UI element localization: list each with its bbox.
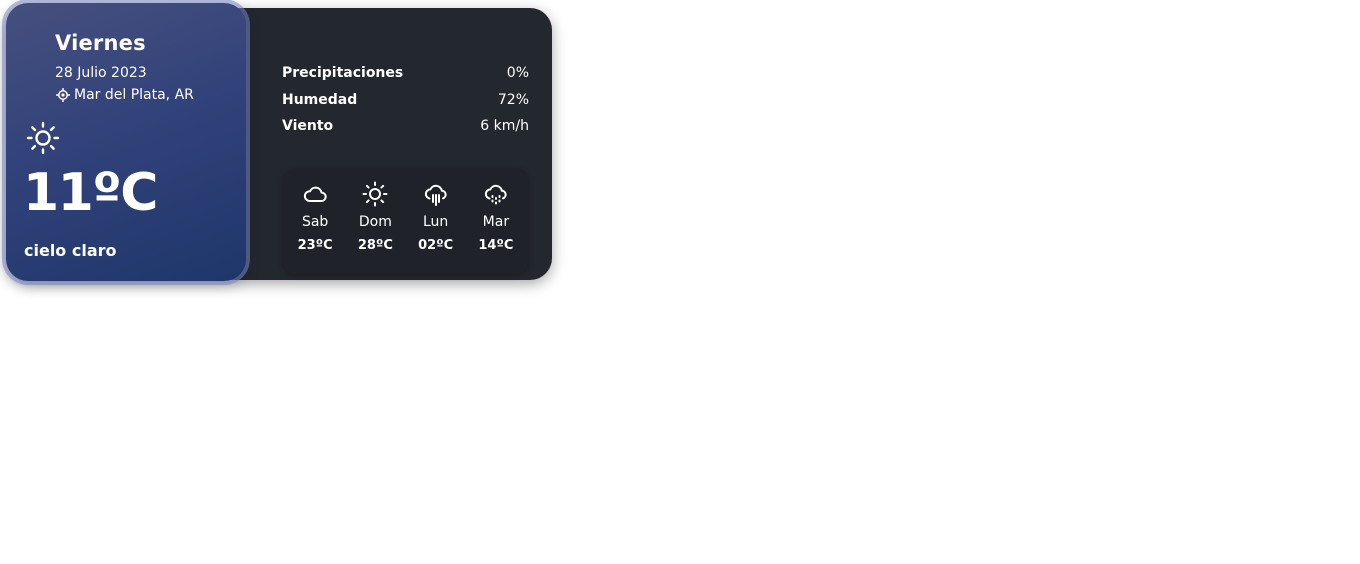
forecast-day: Dom: [358, 214, 392, 230]
location-label: Mar del Plata, AR: [74, 87, 194, 103]
forecast-item: Sab 23ºC: [285, 168, 345, 274]
today-panel: Viernes 28 Julio 2023 Mar del Plata, AR …: [6, 3, 246, 281]
stat-value: 0%: [506, 65, 529, 82]
day-name: Viernes: [55, 31, 146, 55]
forecast-day: Mar: [482, 214, 510, 230]
stat-value: 6 km/h: [480, 118, 529, 135]
stat-row-humidity: Humedad 72%: [282, 87, 529, 114]
forecast-item: Mar 14ºC: [466, 168, 526, 274]
location-crosshair-icon: [56, 88, 70, 102]
stat-label: Humedad: [282, 91, 358, 108]
location-row: Mar del Plata, AR: [56, 87, 194, 103]
weather-description: cielo claro: [24, 241, 117, 260]
forecast-panel: Sab 23ºC Dom 28ºC Lun 02ºC Mar 14ºC: [283, 168, 528, 274]
stat-row-wind: Viento 6 km/h: [282, 113, 529, 140]
stat-row-precipitation: Precipitaciones 0%: [282, 60, 529, 87]
forecast-item: Lun 02ºC: [406, 168, 466, 274]
forecast-item: Dom 28ºC: [345, 168, 405, 274]
current-temperature: 11ºC: [23, 163, 158, 223]
forecast-temp: 14ºC: [478, 238, 514, 253]
sun-icon: [26, 121, 60, 155]
forecast-day: Lun: [422, 214, 449, 230]
cloud-drizzle-icon: [484, 184, 507, 205]
stat-label: Precipitaciones: [282, 65, 404, 82]
cloud-icon: [304, 186, 327, 202]
forecast-temp: 28ºC: [357, 238, 393, 253]
date-label: 28 Julio 2023: [55, 65, 147, 81]
forecast-day: Sab: [301, 214, 329, 230]
stat-value: 72%: [497, 91, 529, 108]
cloud-rain-icon: [424, 184, 447, 206]
forecast-temp: 23ºC: [297, 238, 333, 253]
weather-stats: Precipitaciones 0% Humedad 72% Viento 6 …: [282, 60, 529, 140]
forecast-temp: 02ºC: [418, 238, 454, 253]
stat-label: Viento: [282, 118, 334, 135]
sun-icon: [362, 181, 388, 207]
